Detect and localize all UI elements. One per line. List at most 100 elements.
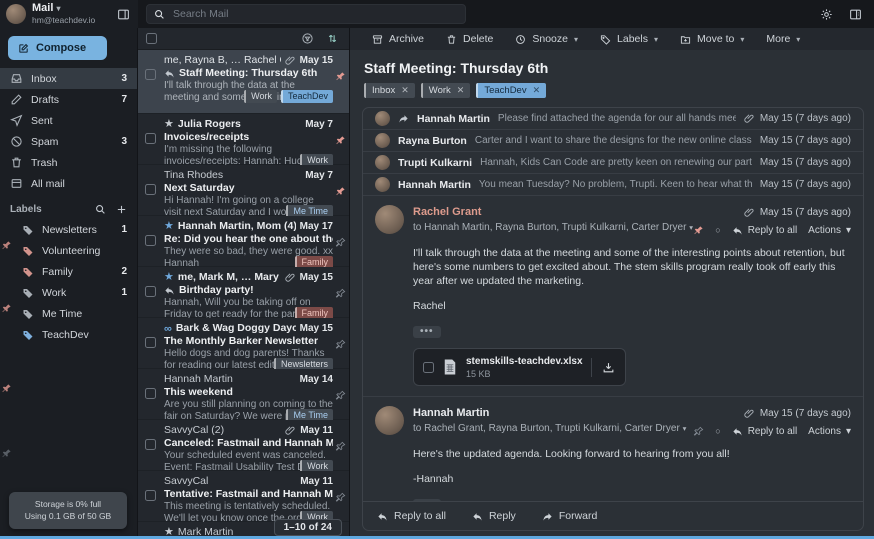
sidebar-label-work[interactable]: Work 1 [0, 282, 137, 303]
read-status-icon[interactable]: ○ [715, 224, 720, 238]
sort-icon[interactable] [326, 32, 339, 45]
settings-gear-icon[interactable] [820, 8, 833, 21]
sidebar-item-inbox[interactable]: Inbox 3 [0, 68, 137, 89]
reading-pane-toggle-icon[interactable] [849, 8, 862, 21]
message-body: Here's the updated agenda. Looking forwa… [413, 447, 851, 461]
archive-button[interactable]: Archive [372, 33, 424, 45]
checkbox[interactable] [145, 235, 156, 246]
list-item[interactable]: ∞ Bark & Wag Doggy Daycare May 15 The Mo… [138, 318, 349, 369]
collapsed-message[interactable]: Trupti Kulkarni Hannah, Kids Can Code ar… [363, 152, 863, 174]
checkbox[interactable] [145, 439, 156, 450]
star-icon[interactable]: ★ [164, 119, 174, 130]
pin-icon[interactable] [335, 441, 346, 452]
show-quoted-text-button[interactable]: ••• [413, 326, 441, 338]
pin-icon[interactable] [693, 426, 704, 437]
list-item[interactable]: ★ Julia Rogers May 7 Invoices/receipts I… [138, 114, 349, 165]
add-label-icon[interactable] [116, 204, 127, 215]
attachment-card[interactable]: stemskills-teachdev.xlsx 15 KB [413, 348, 626, 386]
sidebar-item-spam[interactable]: Spam 3 [0, 131, 137, 152]
label-chip[interactable]: TeachDev [281, 90, 333, 103]
labels-button[interactable]: Labels ▾ [600, 33, 658, 45]
forward-button[interactable]: Forward [542, 510, 598, 522]
actions-button[interactable]: Actions▾ [808, 424, 851, 439]
reply-to-all-button[interactable]: Reply to all [732, 424, 797, 439]
recipients[interactable]: to Rachel Grant, Rayna Burton, Trupti Ku… [413, 422, 684, 437]
pin-icon[interactable] [335, 186, 346, 197]
list-item[interactable]: me, Rayna B, … Rachel G (6) May 15 Staff… [138, 50, 349, 114]
reply-button[interactable]: Reply [472, 510, 516, 522]
filter-icon[interactable] [301, 32, 314, 45]
pin-icon[interactable] [335, 288, 346, 299]
pin-icon[interactable] [693, 225, 704, 236]
reply-to-all-button[interactable]: Reply to all [732, 223, 797, 238]
compose-button[interactable]: Compose [8, 36, 107, 60]
reply-to-all-button[interactable]: Reply to all [377, 510, 446, 522]
move-to-button[interactable]: Move to ▾ [680, 33, 744, 45]
thread-scroll-area[interactable]: Hannah Martin Please find attached the a… [363, 108, 863, 501]
collapsed-message[interactable]: Rayna Burton Carter and I want to share … [363, 130, 863, 152]
pin-icon[interactable] [335, 237, 346, 248]
search-input[interactable] [171, 7, 458, 21]
checkbox[interactable] [145, 133, 156, 144]
checkbox[interactable] [145, 69, 156, 80]
sidebar-item-all-mail[interactable]: All mail [0, 173, 137, 194]
collapsed-message[interactable]: Hannah Martin Please find attached the a… [363, 108, 863, 130]
attachment-checkbox[interactable] [423, 362, 434, 373]
pin-icon[interactable] [335, 492, 346, 503]
recipients[interactable]: to Hannah Martin, Rayna Burton, Trupti K… [413, 221, 684, 236]
date: May 7 [305, 169, 333, 182]
remove-tag-icon[interactable]: ✕ [457, 83, 465, 98]
list-item[interactable]: Hannah Martin May 14 This weekend Are yo… [138, 369, 349, 420]
pagination-indicator[interactable]: 1–10 of 24 [274, 519, 342, 536]
pin-icon[interactable] [335, 390, 346, 401]
label-search-icon[interactable] [95, 204, 106, 215]
avatar [375, 406, 404, 435]
checkbox[interactable] [145, 286, 156, 297]
read-status-icon[interactable]: ○ [715, 425, 720, 439]
collapsed-message[interactable]: Hannah Martin You mean Tuesday? No probl… [363, 174, 863, 196]
sidebar-label-family[interactable]: Family 2 [0, 261, 137, 282]
pin-icon[interactable] [335, 71, 346, 82]
checkbox[interactable] [145, 490, 156, 501]
checkbox[interactable] [145, 184, 156, 195]
thread-tag-inbox[interactable]: Inbox✕ [364, 83, 415, 98]
sidebar-toggle-icon[interactable] [115, 6, 132, 23]
sidebar-label-me-time[interactable]: Me Time [0, 303, 137, 324]
actions-button[interactable]: Actions▾ [808, 223, 851, 238]
sidebar-item-trash[interactable]: Trash [0, 152, 137, 173]
checkbox[interactable] [145, 388, 156, 399]
thread-tag-work[interactable]: Work✕ [421, 83, 471, 98]
select-all-checkbox[interactable] [146, 33, 157, 44]
list-item[interactable]: SavvyCal May 11 Tentative: Fastmail and … [138, 471, 349, 522]
snooze-button[interactable]: Snooze ▾ [515, 33, 578, 45]
snippet: Please find attached the agenda for our … [498, 113, 736, 124]
list-item[interactable]: ★ Hannah Martin, Mom (4) May 17 Re: Did … [138, 216, 349, 267]
remove-tag-icon[interactable]: ✕ [533, 83, 541, 98]
star-icon[interactable]: ★ [164, 221, 174, 232]
account-header[interactable]: Mail ▾ hm@teachdev.io [0, 0, 138, 28]
label-chip[interactable]: Work [244, 90, 277, 103]
remove-tag-icon[interactable]: ✕ [401, 83, 409, 98]
sidebar-item-sent[interactable]: Sent [0, 110, 137, 131]
checkbox[interactable] [145, 337, 156, 348]
subject: Tentative: Fastmail and Hannah Martin @ … [164, 488, 333, 501]
list-item[interactable]: ★ me, Mark M, … Mary G (8) May 15 Birthd… [138, 267, 349, 318]
list-item[interactable]: SavvyCal (2) May 11 Canceled: Fastmail a… [138, 420, 349, 471]
search-bar[interactable] [146, 4, 466, 24]
sidebar-item-drafts[interactable]: Drafts 7 [0, 89, 137, 110]
pin-icon[interactable] [335, 339, 346, 350]
sidebar-label-teachdev[interactable]: TeachDev [0, 324, 137, 345]
date: May 15 (7 days ago) [760, 205, 851, 220]
delete-button[interactable]: Delete [446, 33, 493, 45]
thread-tag-teachdev[interactable]: TeachDev✕ [476, 83, 546, 98]
list-item[interactable]: Tina Rhodes May 7 Next Saturday Hi Hanna… [138, 165, 349, 216]
download-icon[interactable] [591, 358, 625, 377]
more-button[interactable]: More ▾ [766, 33, 800, 45]
star-icon[interactable]: ★ [164, 272, 174, 283]
folder-icon [680, 34, 691, 45]
sidebar-label-volunteering[interactable]: Volunteering [0, 240, 137, 261]
pin-icon[interactable] [335, 135, 346, 146]
sidebar-label-newsletters[interactable]: Newsletters 1 [0, 219, 137, 240]
avatar [375, 155, 390, 170]
account-avatar[interactable] [6, 4, 26, 24]
